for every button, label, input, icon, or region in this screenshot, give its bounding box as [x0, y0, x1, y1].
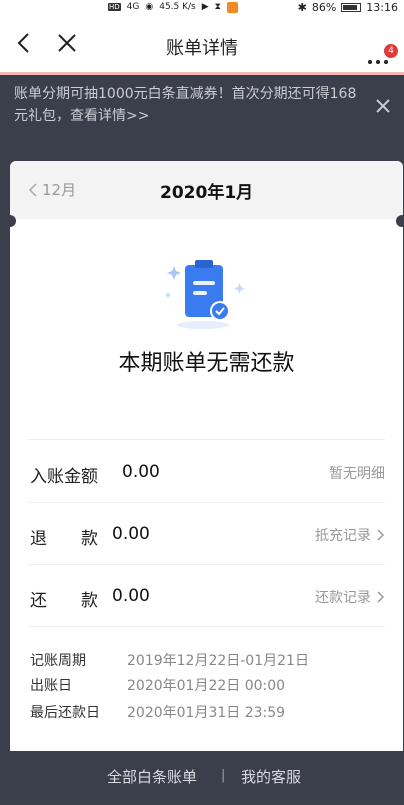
- status-right: ✱ 86% 13:16: [298, 0, 398, 14]
- close-button[interactable]: [54, 30, 80, 56]
- network-speed: 45.5 K/s: [159, 2, 196, 12]
- current-month: 2020年1月: [160, 183, 254, 203]
- chevron-left-icon: [28, 182, 37, 197]
- bluetooth-icon: ✱: [297, 0, 307, 14]
- all-bills-link[interactable]: 全部白条账单: [107, 766, 197, 787]
- divider: [28, 626, 385, 627]
- close-icon: [376, 99, 390, 113]
- prev-month-label: 12月: [42, 181, 77, 199]
- chevron-right-icon: [377, 591, 385, 603]
- billing-period-label: 记账周期: [30, 653, 86, 669]
- back-button[interactable]: [12, 30, 38, 56]
- signal-indicator: 4G: [126, 2, 140, 12]
- customer-service-link[interactable]: 我的客服: [241, 766, 301, 787]
- more-menu-button[interactable]: 4: [366, 30, 398, 64]
- hourglass-icon: ⧗: [214, 2, 221, 12]
- chevron-left-icon: [17, 33, 29, 53]
- no-details-label: 暂无明细: [329, 466, 385, 482]
- refund-label: 退 款: [30, 529, 98, 549]
- no-details-text: 暂无明细: [329, 463, 385, 483]
- hd-indicator: HD: [108, 3, 121, 11]
- billing-period-value: 2019年12月22日-01月21日: [127, 653, 309, 669]
- chevron-right-icon: [377, 529, 385, 541]
- promo-close-button[interactable]: [370, 93, 396, 119]
- no-payment-due-text: 本期账单无需还款: [118, 351, 295, 376]
- document-check-icon: [166, 260, 245, 329]
- offset-records-link[interactable]: 抵充记录: [315, 525, 385, 545]
- bottom-separator: |: [221, 768, 226, 783]
- nav-bar: 账单详情 4: [0, 14, 404, 75]
- repayment-records-label: 还款记录: [315, 590, 371, 606]
- battery-icon: [341, 2, 362, 12]
- repayment-records-link[interactable]: 还款记录: [315, 587, 385, 607]
- video-icon: ▶: [201, 2, 209, 12]
- divider: [28, 439, 385, 440]
- due-date-value: 2020年01月31日 23:59: [127, 705, 286, 721]
- statement-date-label: 出账日: [30, 678, 72, 694]
- refund-value: 0.00: [112, 524, 150, 544]
- divider: [28, 564, 385, 565]
- posted-amount-label: 入账金额: [30, 467, 98, 487]
- month-header: 12月 2020年1月: [10, 161, 403, 219]
- clock: 13:16: [366, 0, 398, 14]
- posted-amount-value: 0.00: [122, 462, 160, 482]
- statement-date-value: 2020年01月22日 00:00: [127, 678, 286, 694]
- prev-month-button[interactable]: 12月: [28, 179, 76, 200]
- promo-text[interactable]: 账单分期可抽1000元白条直减券！首次分期还可得168元礼包，查看详情>>: [14, 83, 364, 127]
- repayment-label: 还 款: [30, 591, 98, 611]
- status-bar: HD 4G ◉ 45.5 K/s ▶ ⧗ ✱ 86% 13:16: [0, 0, 404, 14]
- divider: [28, 502, 385, 503]
- bill-card: 12月 2020年1月 本期账单无需还款 入账金额 0.00 暂无明细 退 款 …: [10, 161, 403, 751]
- battery-percent: 86%: [311, 0, 337, 14]
- card-notch-right: [396, 215, 404, 227]
- more-dots-icon: [368, 60, 388, 64]
- promo-banner[interactable]: 账单分期可抽1000元白条直减券！首次分期还可得168元礼包，查看详情>>: [0, 75, 404, 137]
- close-icon: [58, 34, 76, 52]
- repayment-value: 0.00: [112, 586, 150, 606]
- status-left: HD 4G ◉ 45.5 K/s ▶ ⧗: [108, 0, 238, 14]
- notification-badge: 4: [384, 44, 398, 58]
- card-notch-left: [4, 215, 16, 227]
- due-date-label: 最后还款日: [30, 705, 100, 721]
- bottom-bar: 全部白条账单 | 我的客服: [0, 751, 404, 805]
- wifi-icon: ◉: [145, 2, 154, 12]
- app-notification-icon: [227, 1, 238, 13]
- offset-records-label: 抵充记录: [315, 528, 371, 544]
